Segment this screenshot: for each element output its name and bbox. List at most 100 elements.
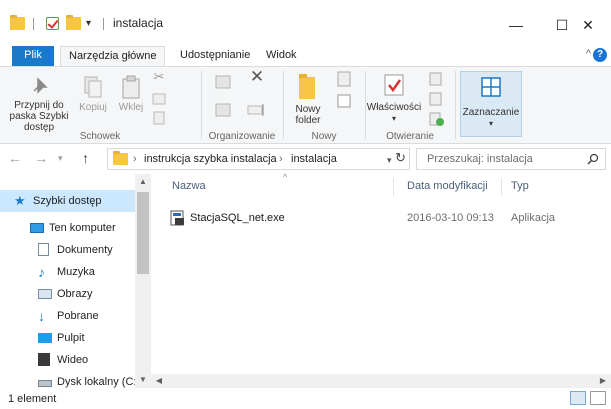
tab-home[interactable]: Narzędzia główne	[60, 46, 166, 67]
breadcrumb-item[interactable]: instalacja	[291, 153, 337, 165]
title-separator	[103, 18, 104, 30]
copy-button[interactable]: Kopiuj	[74, 75, 112, 113]
new-folder-label: Nowy folder	[295, 104, 321, 126]
rename-icon[interactable]	[244, 101, 270, 122]
new-folder-button[interactable]: Nowy folder	[288, 71, 328, 126]
pictures-icon	[38, 289, 52, 299]
details-view-icon[interactable]	[570, 391, 586, 405]
table-row[interactable]: StacjaSQL_net.exe 2016-03-10 09:13 Aplik…	[168, 209, 608, 229]
select-label: Zaznaczanie	[462, 107, 520, 118]
paste-button[interactable]: Wklej	[116, 75, 146, 113]
edit-icon[interactable]	[426, 91, 448, 110]
properties-button[interactable]: Właściwości ▾	[366, 71, 422, 124]
paste-shortcut-icon[interactable]	[150, 111, 168, 128]
navigation-pane: ★ Szybki dostęp Ten komputer Dokumenty ♪…	[0, 174, 150, 388]
window-top-edge	[0, 0, 611, 9]
scroll-right-arrow-icon[interactable]: ▶	[595, 373, 611, 389]
properties-icon	[384, 74, 404, 96]
search-icon[interactable]	[587, 153, 599, 165]
tab-file[interactable]: Plik	[12, 46, 54, 66]
folder-icon	[10, 15, 25, 30]
up-arrow-icon[interactable]: ↑	[82, 150, 89, 166]
forward-arrow-icon[interactable]: →	[34, 150, 48, 166]
ribbon-group-select: Zaznaczanie ▾	[458, 67, 524, 144]
new-item-icon[interactable]	[332, 71, 358, 92]
address-folder-icon	[113, 151, 128, 165]
breadcrumb-separator-icon[interactable]: ›	[279, 153, 283, 165]
help-icon[interactable]: ?	[593, 48, 607, 62]
file-list: ^ Nazwa Data modyfikacji Typ StacjaSQL_n…	[151, 172, 611, 374]
address-box[interactable]: › instrukcja szybka instalacja › instala…	[107, 148, 410, 170]
paste-label: Wklej	[118, 102, 144, 113]
sort-indicator-icon: ^	[283, 172, 288, 182]
recent-locations-chevron-icon[interactable]: ▾	[58, 153, 63, 164]
computer-icon	[30, 223, 44, 233]
open-icon[interactable]	[426, 71, 448, 90]
ribbon-tab-bar: Plik Narzędzia główne Udostępnianie Wido…	[0, 44, 611, 67]
paste-icon	[122, 75, 140, 99]
title-bar: ▾ instalacja — ☐ ✕	[0, 9, 611, 44]
copy-path-icon[interactable]	[150, 93, 168, 108]
pin-quick-access-button[interactable]: Przypnij do paska Szybki dostęp	[4, 75, 74, 133]
copy-to-icon[interactable]	[212, 101, 236, 122]
tab-share[interactable]: Udostępnianie	[172, 46, 258, 66]
column-header-date[interactable]: Data modyfikacji	[407, 180, 488, 192]
breadcrumb-separator-icon[interactable]: ›	[133, 153, 137, 165]
ribbon-group-organize: ✕ Organizowanie	[202, 67, 282, 144]
search-input[interactable]: Przeszukaj: instalacja	[416, 148, 606, 170]
easy-access-icon[interactable]	[332, 93, 358, 114]
scroll-up-arrow-icon[interactable]: ▲	[135, 174, 151, 190]
column-header-name[interactable]: Nazwa	[172, 180, 206, 192]
file-name: StacjaSQL_net.exe	[190, 212, 285, 224]
new-folder-large-icon	[299, 74, 315, 99]
window-title: instalacja	[113, 16, 164, 30]
qa-customize-dropdown-icon[interactable]: ▾	[86, 18, 91, 29]
scroll-down-arrow-icon[interactable]: ▼	[135, 372, 151, 388]
properties-label: Właściwości	[366, 102, 422, 113]
group-label-organize: Organizowanie	[208, 131, 276, 142]
move-to-icon[interactable]	[212, 73, 236, 94]
item-count: 1 element	[8, 393, 57, 405]
desktop-icon	[38, 333, 52, 343]
downloads-icon: ↓	[38, 308, 45, 324]
tab-view[interactable]: Widok	[258, 46, 305, 66]
pin-icon	[33, 77, 48, 94]
file-type: Aplikacja	[511, 212, 556, 224]
collapse-ribbon-chevron-icon[interactable]: ^	[586, 48, 591, 60]
video-icon	[38, 353, 50, 366]
ribbon-group-open: Właściwości ▾ Otwieranie	[366, 67, 454, 144]
column-separator[interactable]	[501, 178, 502, 196]
refresh-icon[interactable]: ↻	[395, 150, 406, 166]
delete-icon[interactable]: ✕	[244, 68, 270, 85]
group-label-new: Nowy	[311, 131, 337, 142]
properties-check-icon[interactable]	[46, 17, 59, 30]
copy-label: Kopiuj	[79, 102, 107, 113]
breadcrumb-item[interactable]: instrukcja szybka instalacja	[144, 153, 277, 165]
properties-dropdown-icon[interactable]: ▾	[366, 113, 422, 124]
ribbon-group-new: Nowy folder Nowy	[284, 67, 364, 144]
close-button[interactable]: ✕	[565, 9, 611, 41]
file-list-horizontal-scrollbar[interactable]: ◀ ▶	[151, 374, 611, 388]
minimize-button[interactable]: —	[493, 9, 539, 41]
copy-icon	[84, 76, 102, 98]
back-arrow-icon[interactable]: ←	[8, 150, 22, 166]
sidebar-item-label: Pulpit	[57, 332, 85, 344]
scrollbar-thumb[interactable]	[137, 192, 149, 274]
new-folder-icon[interactable]	[66, 15, 81, 30]
history-icon[interactable]	[426, 111, 448, 130]
group-label-open: Otwieranie	[386, 131, 434, 142]
column-separator[interactable]	[393, 178, 394, 196]
address-dropdown-chevron-icon[interactable]: ▾	[387, 155, 392, 166]
large-icons-view-icon[interactable]	[590, 391, 606, 405]
status-bar: 1 element	[0, 388, 611, 409]
sidebar-item-label: Szybki dostęp	[33, 195, 102, 207]
cut-icon[interactable]: ✂	[150, 70, 168, 83]
group-label-clipboard: Schowek	[79, 131, 121, 142]
scroll-left-arrow-icon[interactable]: ◀	[151, 373, 167, 389]
file-date: 2016-03-10 09:13	[407, 212, 494, 224]
select-button[interactable]: Zaznaczanie ▾	[460, 71, 522, 137]
column-header-type[interactable]: Typ	[511, 180, 529, 192]
select-grid-icon	[481, 77, 501, 97]
nav-pane-scrollbar[interactable]: ▲ ▼	[135, 174, 151, 388]
ribbon-group-clipboard: Przypnij do paska Szybki dostęp Kopiuj W…	[0, 67, 200, 144]
